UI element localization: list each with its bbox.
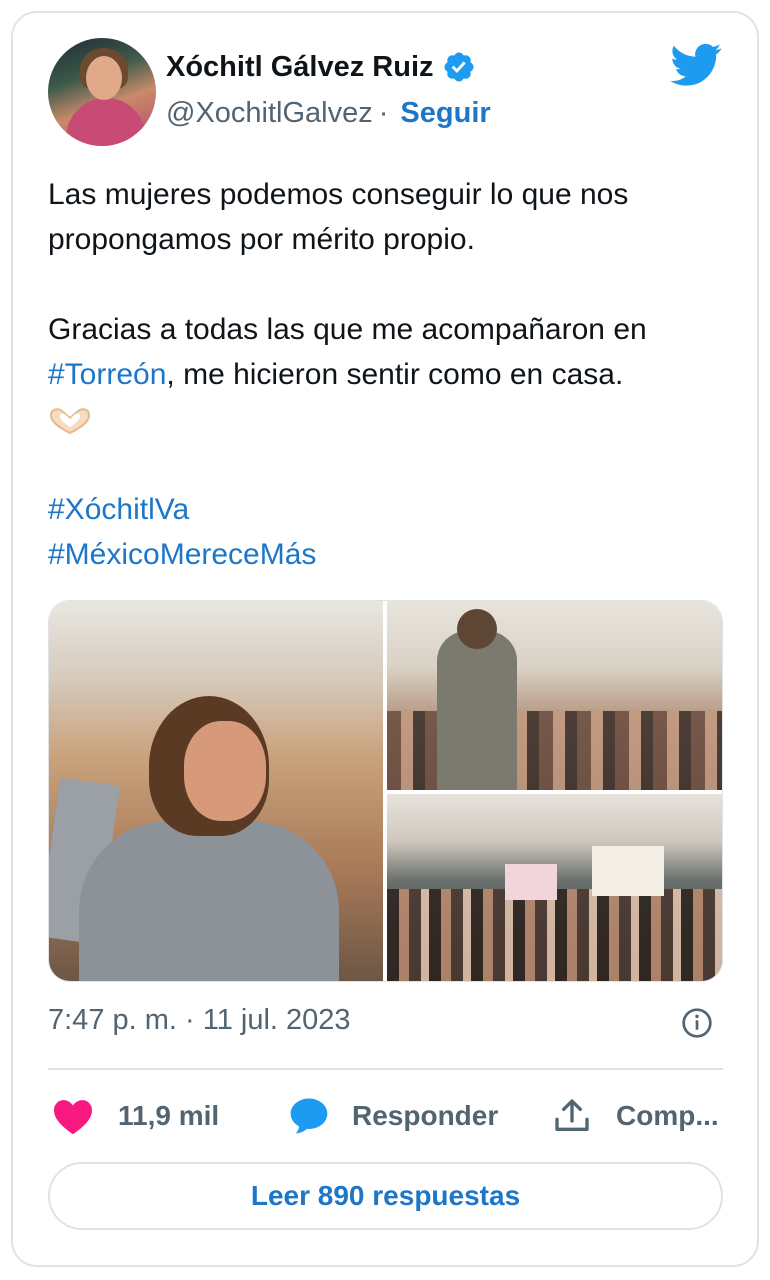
like-count: 11,9 mil xyxy=(118,1100,220,1131)
hashtag-xochitlva[interactable]: #XóchitlVa xyxy=(48,487,728,532)
photo-crowd xyxy=(387,889,722,981)
photo-3[interactable] xyxy=(387,794,722,981)
author-handle[interactable]: @XochitlGalvez xyxy=(166,97,373,130)
divider xyxy=(48,1068,723,1070)
tweet-text: Las mujeres podemos conseguir lo que nos… xyxy=(48,172,728,577)
photo-1[interactable] xyxy=(49,601,383,981)
photo-sign xyxy=(592,846,664,896)
author-name-row: Xóchitl Gálvez Ruiz xyxy=(166,50,476,84)
info-icon[interactable] xyxy=(681,1007,713,1039)
hashtag-mexicomerecemas[interactable]: #MéxicoMereceMás xyxy=(48,532,728,577)
share-button[interactable]: Comp... xyxy=(552,1090,719,1142)
actions-bar: 11,9 mil Responder Comp... xyxy=(48,1090,723,1142)
avatar[interactable] xyxy=(48,38,156,146)
avatar-face xyxy=(86,56,122,100)
share-icon xyxy=(555,1099,589,1131)
like-button[interactable]: 11,9 mil xyxy=(52,1090,219,1142)
photo-2[interactable] xyxy=(387,601,722,790)
tweet-timestamp[interactable]: 7:47 p. m. · 11 jul. 2023 xyxy=(48,1004,351,1037)
author-name[interactable]: Xóchitl Gálvez Ruiz xyxy=(166,51,434,84)
separator-dot: · xyxy=(378,97,389,129)
avatar-body xyxy=(66,98,146,146)
photo-figure-body xyxy=(79,821,339,981)
reply-label: Responder xyxy=(352,1100,499,1131)
read-replies-button[interactable]: Leer 890 respuestas xyxy=(48,1162,723,1230)
tweet-line-tail: , me hicieron sentir como en casa. xyxy=(166,358,624,391)
share-label: Comp... xyxy=(616,1100,719,1131)
tweet-line: Las mujeres podemos conseguir lo que nos xyxy=(48,178,629,211)
reply-bubble-icon xyxy=(290,1098,328,1134)
verified-badge-icon xyxy=(443,52,474,82)
photo-sign xyxy=(505,864,557,900)
author-handle-row: @XochitlGalvez · Seguir xyxy=(166,97,491,130)
tweet-line: Gracias a todas las que me acompañaron e… xyxy=(48,313,647,346)
tweet-line: #Torreón, me hicieron sentir como en cas… xyxy=(48,352,728,397)
photo-speaker-head xyxy=(457,609,497,649)
follow-button[interactable]: Seguir xyxy=(400,97,490,130)
tweet-line: propongamos por mérito propio. xyxy=(48,223,475,256)
reply-button[interactable]: Responder xyxy=(288,1090,498,1142)
media-grid xyxy=(48,600,723,982)
emoji-line xyxy=(48,397,728,442)
photo-speaker xyxy=(437,631,517,790)
photo-figure-face xyxy=(184,721,266,821)
heart-icon xyxy=(54,1100,92,1135)
heart-hands-icon xyxy=(49,408,91,435)
twitter-bird-icon[interactable] xyxy=(670,43,722,87)
hashtag-torreon[interactable]: #Torreón xyxy=(48,358,166,391)
